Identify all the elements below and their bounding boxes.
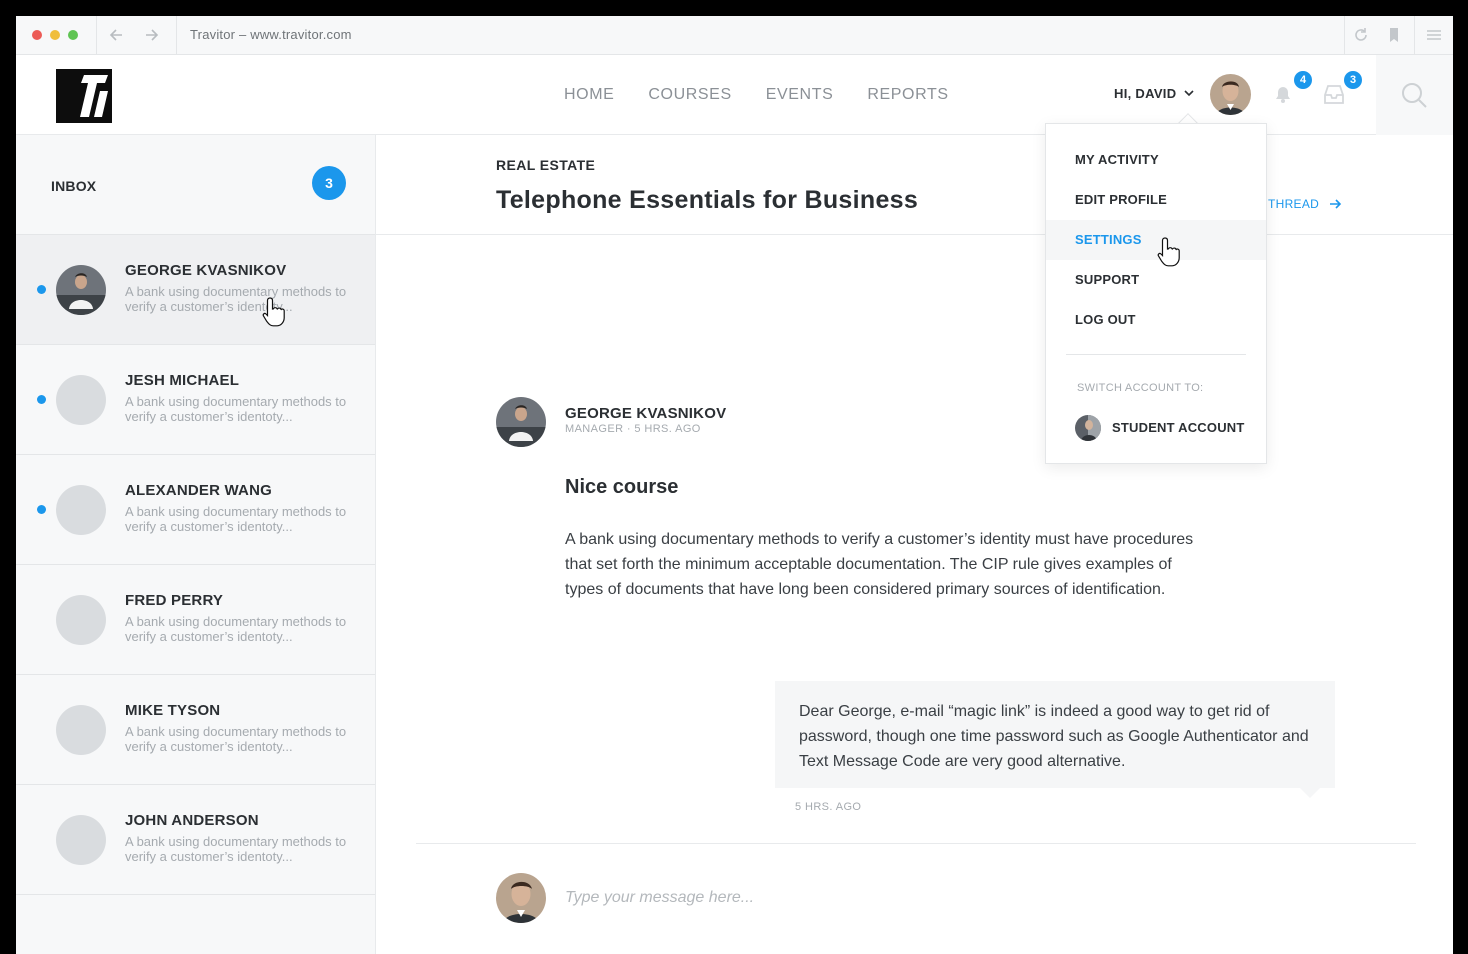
avatar: [496, 873, 546, 923]
search-button[interactable]: [1376, 55, 1453, 135]
message-meta: MANAGER · 5 HRS. AGO: [565, 423, 701, 435]
thread-item[interactable]: ALEXANDER WANG A bank using documentary …: [16, 455, 375, 565]
inbox-header: INBOX 3: [16, 135, 375, 235]
message-body: A bank using documentary methods to veri…: [565, 531, 1194, 598]
thread-name: MIKE TYSON: [125, 702, 221, 719]
avatar-placeholder: [56, 485, 106, 535]
search-icon: [1402, 83, 1427, 108]
chrome-divider: [176, 16, 177, 55]
thread-item[interactable]: MIKE TYSON A bank using documentary meth…: [16, 675, 375, 785]
thread-preview: A bank using documentary methods to veri…: [125, 394, 347, 424]
notifications-badge: 4: [1294, 71, 1312, 89]
avatar[interactable]: [1210, 74, 1251, 115]
chevron-down-icon[interactable]: [1182, 86, 1196, 100]
user-greeting[interactable]: HI, DAVID: [1114, 86, 1176, 101]
inbox-tray-icon[interactable]: [1322, 83, 1346, 105]
travitor-logo[interactable]: [56, 69, 112, 123]
thread-preview: A bank using documentary methods to veri…: [125, 284, 347, 314]
avatar: [496, 397, 546, 447]
chrome-divider: [1414, 16, 1415, 55]
menu-icon[interactable]: [1425, 26, 1443, 44]
inbox-badge: 3: [1344, 71, 1362, 89]
thread-name: FRED PERRY: [125, 592, 224, 609]
avatar: [1075, 415, 1101, 441]
avatar-placeholder: [56, 375, 106, 425]
message-title: Nice course: [565, 476, 679, 498]
thread-preview: A bank using documentary methods to veri…: [125, 834, 347, 864]
avatar-placeholder: [56, 705, 106, 755]
thread-item[interactable]: JESH MICHAEL A bank using documentary me…: [16, 345, 375, 455]
inbox-sidebar: INBOX 3 GEORGE KVASNIKOV A bank using do…: [16, 135, 376, 954]
maximize-window-button[interactable]: [68, 30, 78, 40]
close-window-button[interactable]: [32, 30, 42, 40]
nav-courses[interactable]: COURSES: [648, 86, 731, 104]
thread-item[interactable]: FRED PERRY A bank using documentary meth…: [16, 565, 375, 675]
nav-reports[interactable]: REPORTS: [867, 86, 948, 104]
main-nav: HOME COURSES EVENTS REPORTS: [564, 86, 949, 104]
nav-home[interactable]: HOME: [564, 86, 614, 104]
bookmark-icon[interactable]: [1385, 26, 1403, 44]
reload-icon[interactable]: [1352, 26, 1370, 44]
reply-bubble-tail: [1300, 788, 1320, 798]
thread-link[interactable]: THREAD: [1268, 197, 1319, 211]
inbox-count-badge: 3: [312, 166, 346, 200]
unread-dot: [37, 395, 46, 404]
user-dropdown-menu: MY ACTIVITY EDIT PROFILE SETTINGS SUPPOR…: [1045, 123, 1267, 464]
avatar-placeholder: [56, 595, 106, 645]
divider: [416, 843, 1416, 844]
inbox-title: INBOX: [51, 178, 97, 194]
reply-text: Dear George, e-mail “magic link” is inde…: [799, 703, 1309, 770]
reply-timestamp: 5 HRS. AGO: [795, 801, 862, 813]
unread-dot: [37, 285, 46, 294]
minimize-window-button[interactable]: [50, 30, 60, 40]
reply-bubble: Dear George, e-mail “magic link” is inde…: [775, 681, 1335, 788]
thread-preview: A bank using documentary methods to veri…: [125, 504, 347, 534]
nav-events[interactable]: EVENTS: [766, 86, 834, 104]
menu-item-edit-profile[interactable]: EDIT PROFILE: [1046, 180, 1266, 220]
back-arrow-icon[interactable]: [108, 25, 126, 45]
thread-name: ALEXANDER WANG: [125, 482, 272, 499]
menu-item-settings[interactable]: SETTINGS: [1046, 220, 1266, 260]
avatar: [56, 265, 106, 315]
thread-item[interactable]: JOHN ANDERSON A bank using documentary m…: [16, 785, 375, 895]
switch-account-name: STUDENT ACCOUNT: [1112, 420, 1245, 435]
message-input[interactable]: [565, 883, 1265, 913]
avatar-placeholder: [56, 815, 106, 865]
forward-arrow-icon[interactable]: [142, 25, 160, 45]
menu-item-log-out[interactable]: LOG OUT: [1046, 300, 1266, 340]
menu-item-support[interactable]: SUPPORT: [1046, 260, 1266, 300]
switch-account-label: SWITCH ACCOUNT TO:: [1077, 382, 1204, 394]
page-title: Telephone Essentials for Business: [496, 186, 919, 214]
switch-account-button[interactable]: STUDENT ACCOUNT: [1075, 414, 1255, 442]
bell-icon[interactable]: [1272, 83, 1294, 105]
browser-window: Travitor – www.travitor.com HOME COURSES…: [16, 16, 1453, 954]
topic-category: REAL ESTATE: [496, 157, 596, 173]
chrome-divider: [96, 16, 97, 55]
message-author: GEORGE KVASNIKOV: [565, 405, 727, 422]
thread-name: GEORGE KVASNIKOV: [125, 262, 287, 279]
thread-preview: A bank using documentary methods to veri…: [125, 614, 347, 644]
address-bar[interactable]: Travitor – www.travitor.com: [190, 27, 352, 42]
thread-item[interactable]: GEORGE KVASNIKOV A bank using documentar…: [16, 235, 375, 345]
topic-header: REAL ESTATE Telephone Essentials for Bus…: [376, 135, 1453, 235]
thread-name: JESH MICHAEL: [125, 372, 240, 389]
arrow-right-icon[interactable]: [1328, 197, 1342, 211]
divider: [1066, 354, 1246, 355]
chrome-divider: [1344, 16, 1345, 55]
thread-name: JOHN ANDERSON: [125, 812, 259, 829]
browser-chrome: Travitor – www.travitor.com: [16, 16, 1453, 55]
menu-item-my-activity[interactable]: MY ACTIVITY: [1046, 140, 1266, 180]
unread-dot: [37, 505, 46, 514]
thread-preview: A bank using documentary methods to veri…: [125, 724, 347, 754]
message-view: REAL ESTATE Telephone Essentials for Bus…: [376, 135, 1453, 954]
